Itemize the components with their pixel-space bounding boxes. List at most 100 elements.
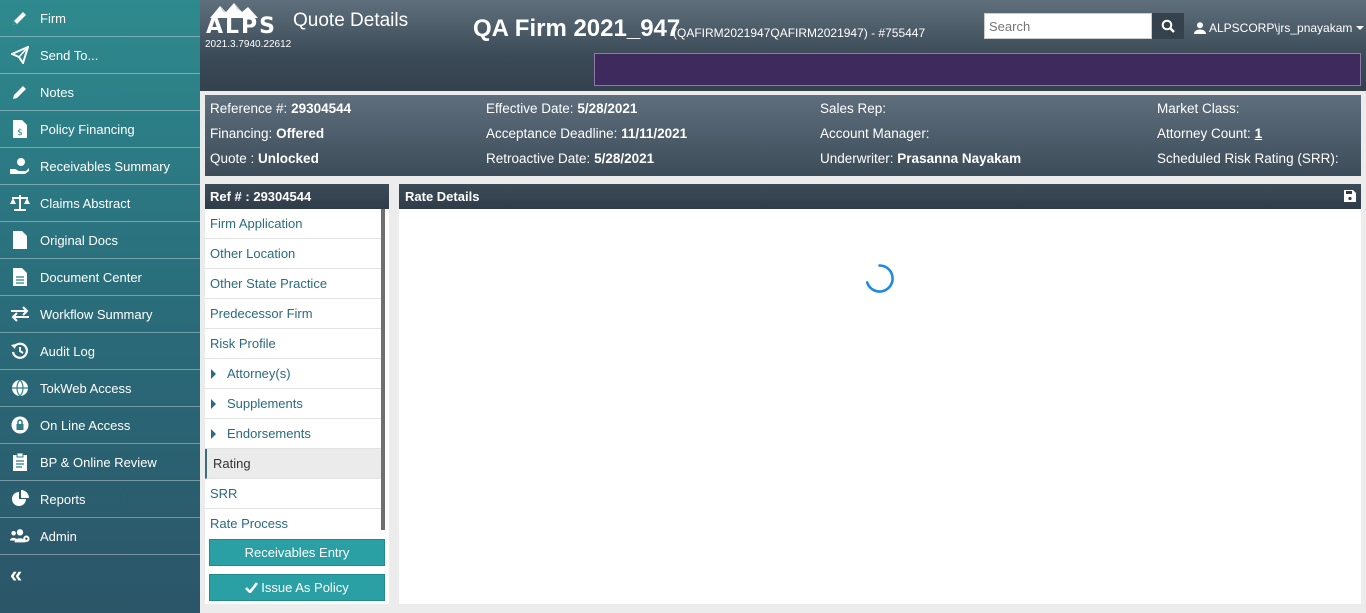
check-icon: [245, 582, 259, 593]
invoice-dollar-icon: $: [10, 119, 30, 139]
firm-identifier: (QAFIRM2021947QAFIRM2021947) - #755447: [673, 26, 926, 40]
sales-rep-label: Sales Rep:: [820, 101, 887, 116]
caret-right-icon: [211, 368, 216, 379]
panel-header: Rate Details: [399, 184, 1361, 209]
subnav-item-srr[interactable]: SRR: [205, 479, 381, 509]
subnav-item-rate-process[interactable]: Rate Process: [205, 509, 381, 530]
sidebar-item-label: Workflow Summary: [40, 306, 153, 322]
exchange-arrows-icon: [10, 304, 30, 324]
double-chevron-left-icon: «: [10, 562, 23, 587]
sidebar-item-label: Receivables Summary: [40, 158, 171, 174]
sidebar-item-bp-online-review[interactable]: BP & Online Review: [0, 444, 200, 481]
sidebar-item-admin[interactable]: Admin: [0, 518, 200, 555]
retroactive-date-field: Retroactive Date: 5/28/2021: [486, 151, 654, 166]
clipboard-icon: [10, 452, 30, 472]
reference-value: 29304544: [291, 101, 352, 116]
sidebar-item-audit-log[interactable]: Audit Log: [0, 333, 200, 370]
subnav-item-endorsements[interactable]: Endorsements: [205, 419, 381, 449]
sidebar-item-label: Claims Abstract: [40, 195, 131, 211]
lock-icon: [10, 415, 30, 435]
user-icon: [1194, 22, 1206, 34]
button-label: Receivables Entry: [244, 545, 350, 560]
sidebar-item-policy-financing[interactable]: $ Policy Financing: [0, 111, 200, 148]
paper-plane-icon: [10, 45, 30, 65]
subnav-item-label: Supplements: [227, 396, 303, 411]
quote-status-field: Quote : Unlocked: [210, 151, 319, 166]
retroactive-date-label: Retroactive Date:: [486, 151, 591, 166]
sidebar-item-document-center[interactable]: Document Center: [0, 259, 200, 296]
sidebar-item-claims-abstract[interactable]: Claims Abstract: [0, 185, 200, 222]
caret-right-icon: [211, 428, 216, 439]
page-title: Quote Details: [293, 10, 409, 31]
sidebar-item-tokweb-access[interactable]: TokWeb Access: [0, 370, 200, 407]
pie-chart-icon: [10, 489, 30, 509]
subnav-item-other-location[interactable]: Other Location: [205, 239, 381, 269]
subnav-list[interactable]: Firm Application Other Location Other St…: [205, 209, 385, 530]
sidebar-item-on-line-access[interactable]: On Line Access: [0, 407, 200, 444]
subnav-item-label: Other State Practice: [210, 276, 328, 291]
sidebar-item-receivables-summary[interactable]: Receivables Summary: [0, 148, 200, 185]
attorney-count-link[interactable]: 1: [1255, 126, 1263, 141]
sidebar-item-workflow-summary[interactable]: Workflow Summary: [0, 296, 200, 333]
subnav-item-rating[interactable]: Rating: [205, 449, 381, 479]
file-icon: [10, 230, 30, 250]
attorney-count-label: Attorney Count:: [1157, 126, 1251, 141]
subnav-item-label: Rating: [213, 456, 251, 471]
subnav-item-label: Other Location: [210, 246, 296, 261]
balance-scale-icon: [10, 193, 30, 213]
hand-holding-dollar-icon: [10, 156, 30, 176]
rate-details-panel: Rate Details: [399, 184, 1361, 604]
underwriter-label: Underwriter:: [820, 151, 894, 166]
notification-banner: [594, 53, 1361, 86]
search-icon: [1161, 19, 1175, 33]
collapse-sidebar-button[interactable]: «: [0, 555, 200, 595]
sales-rep-field: Sales Rep:: [820, 101, 886, 116]
save-icon[interactable]: [1344, 190, 1356, 202]
subnav-item-other-state-practice[interactable]: Other State Practice: [205, 269, 381, 299]
sidebar-item-label: Original Docs: [40, 232, 119, 248]
effective-date-label: Effective Date:: [486, 101, 574, 116]
acceptance-deadline-label: Acceptance Deadline:: [486, 126, 618, 141]
quote-value: Unlocked: [258, 151, 319, 166]
sidebar-item-label: Document Center: [40, 269, 142, 285]
search-button[interactable]: [1152, 13, 1184, 39]
subnav-item-supplements[interactable]: Supplements: [205, 389, 381, 419]
subnav-item-firm-application[interactable]: Firm Application: [205, 209, 381, 239]
sidebar-item-notes[interactable]: Notes: [0, 74, 200, 111]
sidebar-item-send-to[interactable]: Send To...: [0, 37, 200, 74]
market-class-field: Market Class:: [1157, 101, 1240, 116]
sidebar-item-reports[interactable]: Reports: [0, 481, 200, 518]
receivables-entry-button[interactable]: Receivables Entry: [209, 539, 385, 566]
issue-as-policy-button[interactable]: Issue As Policy: [209, 574, 385, 601]
sidebar-item-label: BP & Online Review: [40, 454, 157, 470]
financing-value: Offered: [276, 126, 325, 141]
sidebar-item-label: Notes: [40, 84, 74, 100]
pencil-icon: [10, 8, 30, 28]
sidebar-item-label: Firm: [40, 10, 66, 26]
button-label: Issue As Policy: [261, 580, 349, 595]
subnav-item-attorneys[interactable]: Attorney(s): [205, 359, 381, 389]
subnav-item-label: Predecessor Firm: [210, 306, 313, 321]
search-input[interactable]: [984, 13, 1152, 39]
sidebar-item-label: Send To...: [40, 47, 99, 63]
subnav-item-predecessor-firm[interactable]: Predecessor Firm: [205, 299, 381, 329]
market-class-label: Market Class:: [1157, 101, 1240, 116]
caret-right-icon: [211, 398, 216, 409]
account-manager-label: Account Manager:: [820, 126, 930, 141]
subnav-item-risk-profile[interactable]: Risk Profile: [205, 329, 381, 359]
quote-subnav: Ref # : 29304544 Firm Application Other …: [205, 184, 389, 604]
sidebar-item-label: Reports: [40, 491, 86, 507]
effective-date-field: Effective Date: 5/28/2021: [486, 101, 637, 116]
attorney-count-field: Attorney Count: 1: [1157, 126, 1262, 141]
underwriter-value: Prasanna Nayakam: [897, 151, 1022, 166]
sidebar-item-firm[interactable]: Firm: [0, 0, 200, 37]
history-icon: [10, 341, 30, 361]
app-version: 2021.3.7940.22612: [205, 39, 292, 50]
quote-label: Quote :: [210, 151, 255, 166]
sidebar-item-label: Audit Log: [40, 343, 95, 359]
sidebar-item-original-docs[interactable]: Original Docs: [0, 222, 200, 259]
financing-label: Financing:: [210, 126, 273, 141]
user-menu[interactable]: ALPSCORP\jrs_pnayakam: [1194, 21, 1365, 35]
firm-name: QA Firm 2021_947: [473, 15, 681, 42]
header: ALPS 2021.3.7940.22612 Quote Details QA …: [200, 0, 1366, 91]
